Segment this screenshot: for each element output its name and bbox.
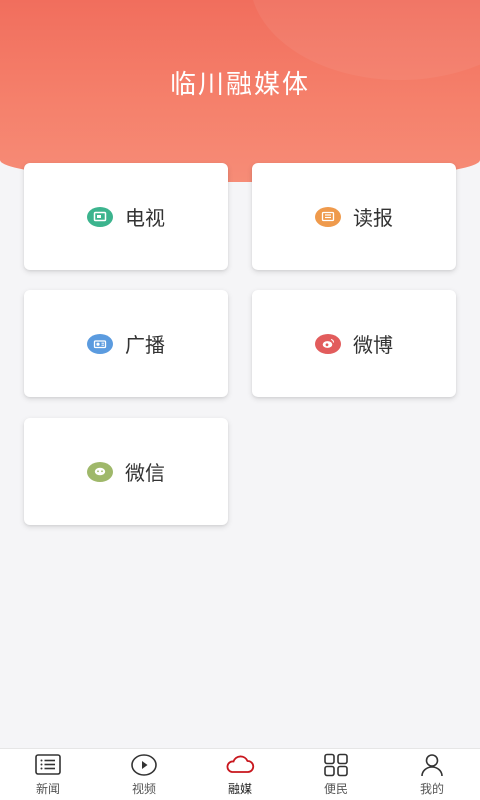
radio-icon	[87, 333, 113, 354]
newspaper-icon	[315, 206, 341, 227]
tab-label-video: 视频	[131, 781, 156, 796]
bottom-tab-bar: 新闻 视频 融媒 便民 我的	[0, 748, 480, 800]
tv-icon	[87, 206, 113, 227]
card-newspaper[interactable]: 读报	[252, 163, 456, 270]
tab-video[interactable]: 视频	[96, 753, 192, 797]
user-icon	[421, 753, 443, 776]
card-label-newspaper: 读报	[353, 206, 393, 230]
card-label-radio: 广播	[125, 333, 165, 357]
play-icon	[131, 753, 157, 776]
list-icon	[35, 753, 61, 775]
grid-icon	[324, 753, 348, 776]
cloud-icon	[226, 755, 255, 773]
card-label-tv: 电视	[125, 206, 165, 230]
tab-label-news: 新闻	[35, 781, 60, 796]
card-label-weibo: 微博	[353, 333, 393, 357]
card-wechat[interactable]: 微信	[24, 418, 228, 525]
tab-label-media: 融媒	[227, 781, 252, 796]
header-banner: 临川融媒体	[0, 0, 480, 182]
card-weibo[interactable]: 微博	[252, 290, 456, 397]
tab-news[interactable]: 新闻	[0, 753, 96, 797]
card-tv[interactable]: 电视	[24, 163, 228, 270]
tab-label-services: 便民	[323, 781, 348, 796]
card-label-wechat: 微信	[125, 461, 165, 485]
wechat-icon	[87, 461, 113, 482]
tab-label-mine: 我的	[419, 781, 444, 796]
tab-mine[interactable]: 我的	[384, 753, 480, 797]
card-radio[interactable]: 广播	[24, 290, 228, 397]
tab-media[interactable]: 融媒	[192, 753, 288, 797]
app-title: 临川融媒体	[169, 70, 310, 100]
weibo-icon	[315, 333, 341, 354]
tab-services[interactable]: 便民	[288, 753, 384, 797]
